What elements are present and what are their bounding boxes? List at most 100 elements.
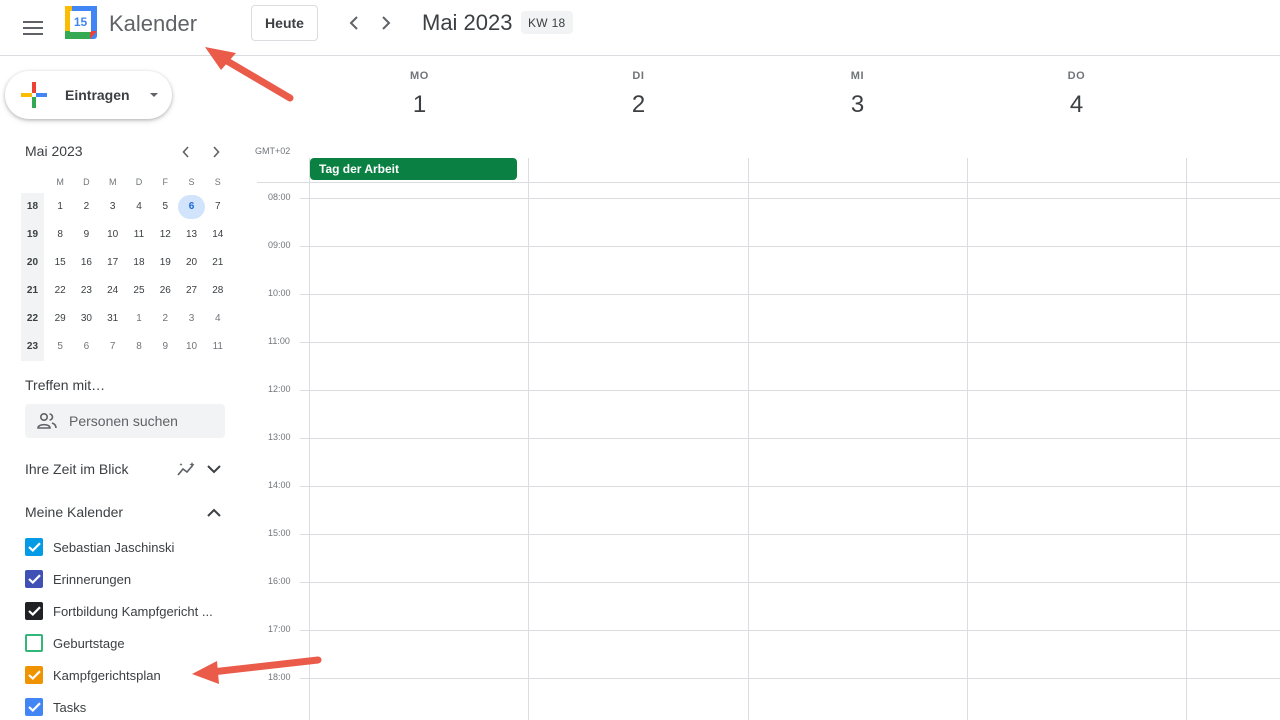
mini-calendar-day[interactable]: 2 — [152, 307, 178, 331]
calendar-item[interactable]: Fortbildung Kampfgericht ... — [25, 597, 235, 625]
mini-calendar-day[interactable]: 1 — [47, 195, 73, 219]
mini-calendar-day[interactable]: 22 — [47, 279, 73, 303]
top-bar: 15 Kalender Heute Mai 2023 KW 18 — [0, 0, 1280, 56]
hour-gridline — [300, 486, 1280, 487]
mini-calendar-day[interactable]: 7 — [100, 335, 126, 359]
mini-calendar-day[interactable]: 18 — [126, 251, 152, 275]
event-title: Tag der Arbeit — [319, 162, 400, 176]
checkbox-checked-icon[interactable] — [25, 602, 43, 620]
weekday-header: S — [214, 177, 221, 187]
create-event-button[interactable]: Eintragen — [5, 71, 172, 119]
time-label: 14:00 — [268, 480, 291, 490]
day-header[interactable]: MI 3 — [748, 70, 967, 119]
day-number[interactable]: 4 — [967, 91, 1186, 119]
mini-calendar-day[interactable]: 13 — [178, 223, 204, 247]
calendar-logo-icon[interactable]: 15 — [65, 6, 97, 39]
my-calendars-title: Meine Kalender — [25, 504, 124, 520]
calendar-item[interactable]: Sebastian Jaschinski — [25, 533, 235, 561]
mini-calendar-week: 20 15 16 17 18 19 20 21 — [21, 249, 231, 277]
mini-calendar-today[interactable]: 6 — [178, 195, 205, 219]
main-menu-button[interactable] — [13, 8, 53, 48]
mini-calendar-day[interactable]: 9 — [73, 223, 99, 247]
calendar-item[interactable]: Tasks — [25, 693, 235, 720]
timezone-label: GMT+02 — [255, 146, 291, 156]
hour-gridline — [300, 246, 1280, 247]
mini-calendar-day[interactable]: 3 — [178, 307, 204, 331]
previous-week-button[interactable] — [338, 7, 370, 39]
mini-calendar-day[interactable]: 1 — [126, 307, 152, 331]
mini-calendar-day[interactable]: 6 — [73, 335, 99, 359]
next-week-button[interactable] — [370, 7, 402, 39]
mini-calendar-day[interactable]: 10 — [100, 223, 126, 247]
mini-calendar-day[interactable]: 27 — [178, 279, 204, 303]
weekday-header: D — [135, 177, 143, 187]
mini-calendar-day[interactable]: 30 — [73, 307, 99, 331]
checkbox-checked-icon[interactable] — [25, 666, 43, 684]
mini-calendar-day[interactable]: 5 — [47, 335, 73, 359]
mini-calendar-previous-button[interactable] — [174, 140, 198, 164]
my-calendars-collapse-button[interactable] — [204, 502, 224, 522]
day-header[interactable]: DO 4 — [967, 70, 1186, 119]
time-label: 12:00 — [268, 384, 291, 394]
day-header[interactable]: DI 2 — [529, 70, 748, 119]
checkbox-unchecked-icon[interactable] — [25, 634, 43, 652]
week-number[interactable]: 21 — [21, 277, 44, 305]
mini-calendar-day[interactable]: 20 — [178, 251, 204, 275]
mini-calendar-day[interactable]: 2 — [73, 195, 99, 219]
mini-calendar-day[interactable]: 17 — [100, 251, 126, 275]
mini-calendar-day[interactable]: 10 — [178, 335, 204, 359]
all-day-event[interactable]: Tag der Arbeit — [310, 158, 517, 180]
mini-calendar-day[interactable]: 21 — [205, 251, 231, 275]
checkbox-checked-icon[interactable] — [25, 570, 43, 588]
mini-calendar-day[interactable]: 29 — [47, 307, 73, 331]
mini-calendar-day[interactable]: 11 — [126, 223, 152, 247]
day-number[interactable]: 2 — [529, 91, 748, 119]
mini-calendar-day[interactable]: 4 — [205, 307, 231, 331]
mini-calendar-day[interactable]: 9 — [152, 335, 178, 359]
week-number[interactable]: 18 — [21, 193, 44, 221]
time-label: 17:00 — [268, 624, 291, 634]
calendar-item-label: Erinnerungen — [53, 571, 132, 587]
mini-calendar-day[interactable]: 12 — [152, 223, 178, 247]
mini-calendar-day[interactable]: 24 — [100, 279, 126, 303]
time-insights-expand-button[interactable] — [204, 459, 224, 479]
today-button[interactable]: Heute — [251, 5, 318, 41]
day-number[interactable]: 3 — [748, 91, 967, 119]
insights-sparkle-icon[interactable] — [176, 459, 198, 479]
chevron-right-icon — [213, 146, 220, 158]
mini-calendar-day[interactable]: 5 — [152, 195, 178, 219]
day-header[interactable]: MO 1 — [310, 70, 529, 119]
week-number[interactable]: 19 — [21, 221, 44, 249]
mini-calendar-day[interactable]: 15 — [47, 251, 73, 275]
week-number[interactable]: 23 — [21, 333, 44, 361]
mini-calendar-day[interactable]: 28 — [205, 279, 231, 303]
mini-calendar-day[interactable]: 8 — [47, 223, 73, 247]
week-number[interactable]: 20 — [21, 249, 44, 277]
checkbox-checked-icon[interactable] — [25, 698, 43, 716]
mini-calendar-day[interactable]: 19 — [152, 251, 178, 275]
mini-calendar-day[interactable]: 25 — [126, 279, 152, 303]
mini-calendar-next-button[interactable] — [204, 140, 228, 164]
mini-calendar-day[interactable]: 31 — [100, 307, 126, 331]
day-number[interactable]: 1 — [310, 91, 529, 119]
mini-calendar-day[interactable]: 8 — [126, 335, 152, 359]
mini-calendar-day[interactable]: 16 — [73, 251, 99, 275]
mini-calendar-day[interactable]: 3 — [100, 195, 126, 219]
mini-calendar-week: 19 8 9 10 11 12 13 14 — [21, 221, 231, 249]
mini-calendar-day[interactable]: 23 — [73, 279, 99, 303]
calendar-item[interactable]: Kampfgerichtsplan — [25, 661, 235, 689]
week-number[interactable]: 22 — [21, 305, 44, 333]
mini-calendar-day[interactable]: 26 — [152, 279, 178, 303]
mini-calendar-day[interactable]: 7 — [205, 195, 231, 219]
mini-calendar-day[interactable]: 4 — [126, 195, 152, 219]
time-label: 15:00 — [268, 528, 291, 538]
chevron-down-icon — [207, 464, 221, 473]
weekday-header: D — [83, 177, 90, 187]
calendar-item[interactable]: Geburtstage — [25, 629, 235, 657]
mini-calendar-day[interactable]: 14 — [205, 223, 231, 247]
people-search-input[interactable]: Personen suchen — [25, 404, 225, 438]
calendar-item[interactable]: Erinnerungen — [25, 565, 235, 593]
checkbox-checked-icon[interactable] — [25, 538, 43, 556]
mini-calendar-day[interactable]: 11 — [205, 335, 231, 359]
time-label: 18:00 — [268, 672, 291, 682]
